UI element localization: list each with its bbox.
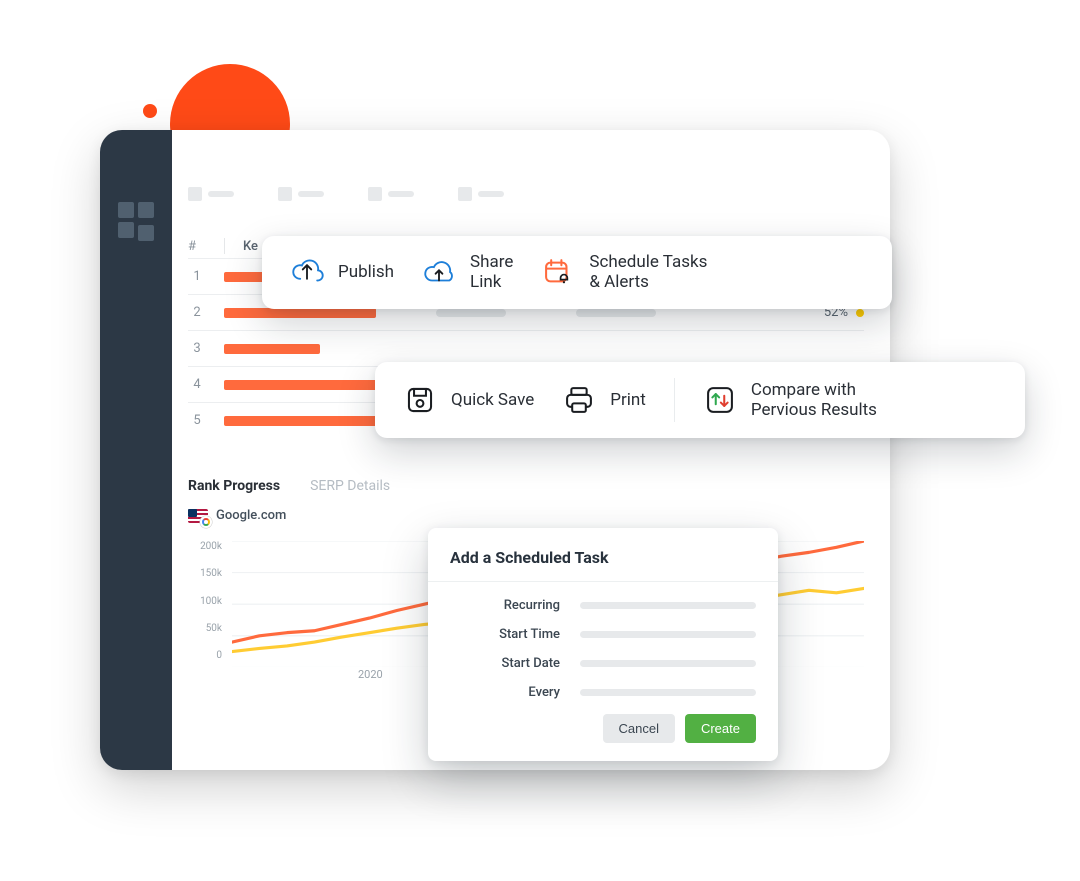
schedule-label: Schedule Tasks& Alerts	[589, 252, 707, 293]
calendar-bell-icon	[541, 255, 575, 289]
table-row[interactable]: 3	[188, 330, 864, 366]
publish-button[interactable]: Publish	[290, 255, 394, 289]
publish-label: Publish	[338, 262, 394, 282]
source-label: Google.com	[216, 508, 286, 523]
toolbar-skeleton	[188, 178, 864, 210]
keyword-bar	[224, 416, 392, 426]
result-tabs: Rank Progress SERP Details	[188, 478, 864, 494]
field-input[interactable]	[580, 631, 756, 638]
divider	[674, 378, 675, 422]
cancel-button[interactable]: Cancel	[603, 714, 675, 743]
field-input[interactable]	[580, 689, 756, 696]
compare-results-button[interactable]: Compare withPervious Results	[703, 380, 877, 421]
scheduled-task-modal: Add a Scheduled Task Recurring Start Time…	[428, 528, 778, 761]
row-index: 5	[188, 413, 206, 428]
share-link-label: ShareLink	[470, 252, 513, 293]
print-button[interactable]: Print	[562, 383, 646, 417]
modal-field: Start Time	[450, 627, 756, 642]
printer-icon	[562, 383, 596, 417]
field-input[interactable]	[580, 660, 756, 667]
row-index: 4	[188, 377, 206, 392]
flag-us-google-icon	[188, 509, 208, 523]
search-source: Google.com	[188, 508, 864, 523]
decor-circle-small	[143, 104, 157, 118]
chart-x-tick: 2020	[358, 668, 383, 681]
share-link-button[interactable]: ShareLink	[422, 252, 513, 293]
row-index: 2	[188, 305, 206, 320]
actions-card-top: Publish ShareLink Schedule Tasks& Alerts	[262, 236, 892, 309]
print-label: Print	[610, 390, 646, 410]
row-index: 3	[188, 341, 206, 356]
modal-field: Start Date	[450, 656, 756, 671]
sidebar	[100, 130, 172, 770]
modal-title: Add a Scheduled Task	[450, 548, 756, 567]
keyword-bar	[224, 380, 384, 390]
app-logo-icon	[118, 202, 154, 238]
modal-actions: Cancel Create	[450, 714, 756, 743]
chart-y-axis: 200k150k100k50k0	[188, 541, 228, 661]
field-label: Recurring	[450, 598, 560, 613]
save-icon	[403, 383, 437, 417]
field-label: Every	[450, 685, 560, 700]
compare-arrows-icon	[703, 383, 737, 417]
th-index: #	[188, 239, 206, 254]
quick-save-button[interactable]: Quick Save	[403, 383, 534, 417]
keyword-bar	[224, 344, 320, 354]
tab-rank-progress[interactable]: Rank Progress	[188, 478, 280, 494]
field-label: Start Time	[450, 627, 560, 642]
keyword-bar	[224, 308, 376, 318]
schedule-tasks-button[interactable]: Schedule Tasks& Alerts	[541, 252, 707, 293]
tab-serp-details[interactable]: SERP Details	[310, 478, 390, 494]
th-keyword: Ke	[243, 239, 258, 254]
compare-label: Compare withPervious Results	[751, 380, 877, 421]
field-label: Start Date	[450, 656, 560, 671]
modal-field: Recurring	[450, 598, 756, 613]
quick-save-label: Quick Save	[451, 390, 534, 410]
actions-card-mid: Quick Save Print Compare withPervious Re…	[375, 362, 1025, 438]
status-dot	[856, 309, 864, 317]
cloud-upload-icon	[290, 255, 324, 289]
keyword-bar	[224, 272, 264, 282]
cloud-share-icon	[422, 255, 456, 289]
field-input[interactable]	[580, 602, 756, 609]
row-index: 1	[188, 269, 206, 284]
modal-field: Every	[450, 685, 756, 700]
create-button[interactable]: Create	[685, 714, 756, 743]
